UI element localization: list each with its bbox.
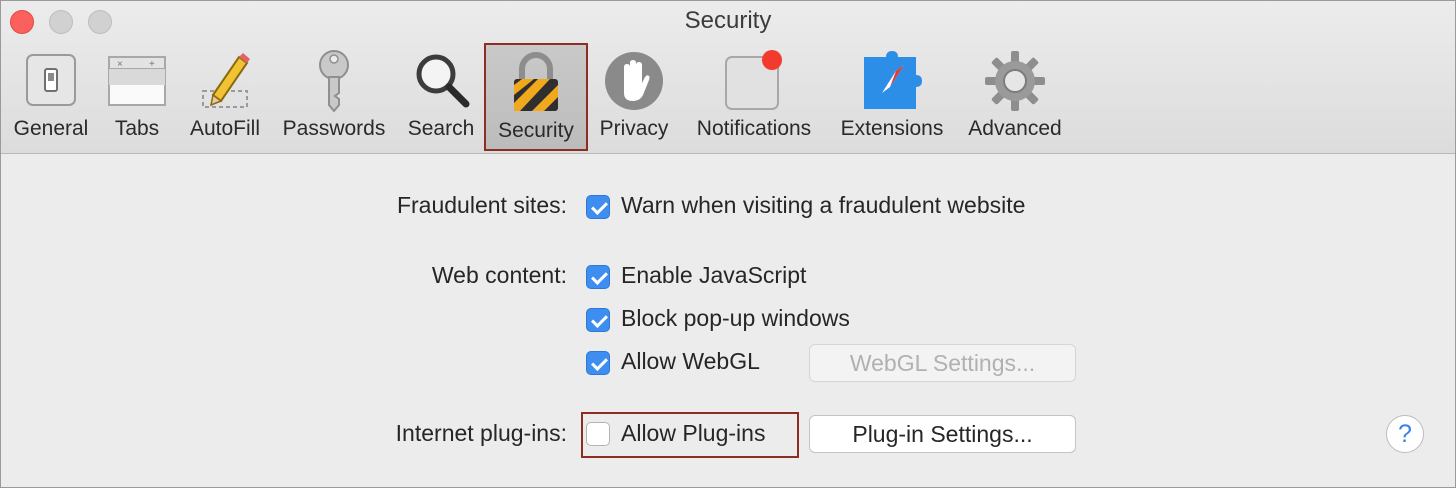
warn-fraudulent-text[interactable]: Warn when visiting a fraudulent website: [621, 192, 1025, 219]
window-title: Security: [684, 7, 772, 34]
security-settings-pane: Fraudulent sites: Warn when visiting a f…: [1, 154, 1455, 487]
web-content-label: Web content:: [431, 262, 567, 288]
toolbar-label-advanced: Advanced: [968, 117, 1062, 140]
toolbar-item-autofill[interactable]: AutoFill: [183, 43, 267, 151]
toolbar-item-search[interactable]: Search: [401, 43, 481, 151]
gear-icon: [985, 51, 1045, 111]
allow-webgl-checkbox[interactable]: [586, 351, 610, 375]
block-popups-checkbox[interactable]: [586, 308, 610, 332]
toolbar-label-security: Security: [498, 119, 574, 142]
webgl-settings-button[interactable]: WebGL Settings...: [809, 344, 1076, 382]
toolbar-label-autofill: AutoFill: [189, 117, 261, 140]
toolbar-label-tabs: Tabs: [114, 117, 160, 140]
block-popups-text[interactable]: Block pop-up windows: [621, 305, 850, 332]
toolbar-item-general[interactable]: General: [7, 43, 95, 151]
toolbar-item-extensions[interactable]: Extensions: [833, 43, 951, 151]
internet-plugins-label: Internet plug-ins:: [395, 420, 567, 446]
hand-icon: [605, 52, 663, 110]
titlebar-toolbar: Security General × + Tabs AutoFill Passw…: [1, 1, 1455, 154]
toolbar-item-notifications[interactable]: Notifications: [683, 43, 825, 151]
toolbar-label-passwords: Passwords: [282, 117, 386, 140]
magnifier-icon: [416, 54, 470, 108]
preferences-window: Security General × + Tabs AutoFill Passw…: [0, 0, 1456, 488]
puzzle-compass-icon: [864, 51, 922, 109]
enable-javascript-checkbox[interactable]: [586, 265, 610, 289]
pencil-icon: [202, 53, 250, 108]
warn-fraudulent-checkbox[interactable]: [586, 195, 610, 219]
allow-plugins-text[interactable]: Allow Plug-ins: [621, 420, 765, 447]
allow-webgl-text[interactable]: Allow WebGL: [621, 348, 760, 375]
toolbar-label-privacy: Privacy: [599, 117, 669, 140]
toolbar-label-search: Search: [407, 117, 475, 140]
svg-text:+: +: [149, 59, 155, 70]
padlock-icon: [514, 52, 558, 111]
notification-badge-icon: [725, 50, 782, 110]
fraudulent-sites-label: Fraudulent sites:: [396, 192, 567, 218]
help-button[interactable]: ?: [1386, 415, 1424, 453]
key-icon: [319, 50, 349, 113]
enable-javascript-text[interactable]: Enable JavaScript: [621, 262, 806, 289]
general-switch-icon: [26, 54, 76, 106]
toolbar-item-advanced[interactable]: Advanced: [961, 43, 1069, 151]
toolbar-label-general: General: [13, 117, 89, 140]
toolbar-item-privacy[interactable]: Privacy: [595, 43, 673, 151]
toolbar-item-security[interactable]: Security: [484, 43, 588, 151]
toolbar-item-tabs[interactable]: × + Tabs: [101, 43, 173, 151]
toolbar-label-extensions: Extensions: [840, 117, 944, 140]
tabs-icon: × +: [108, 56, 166, 106]
toolbar-label-notifications: Notifications: [696, 117, 812, 140]
toolbar-item-passwords[interactable]: Passwords: [277, 43, 391, 151]
svg-text:×: ×: [117, 59, 123, 70]
plugin-settings-button[interactable]: Plug-in Settings...: [809, 415, 1076, 453]
allow-plugins-checkbox[interactable]: [586, 422, 610, 446]
